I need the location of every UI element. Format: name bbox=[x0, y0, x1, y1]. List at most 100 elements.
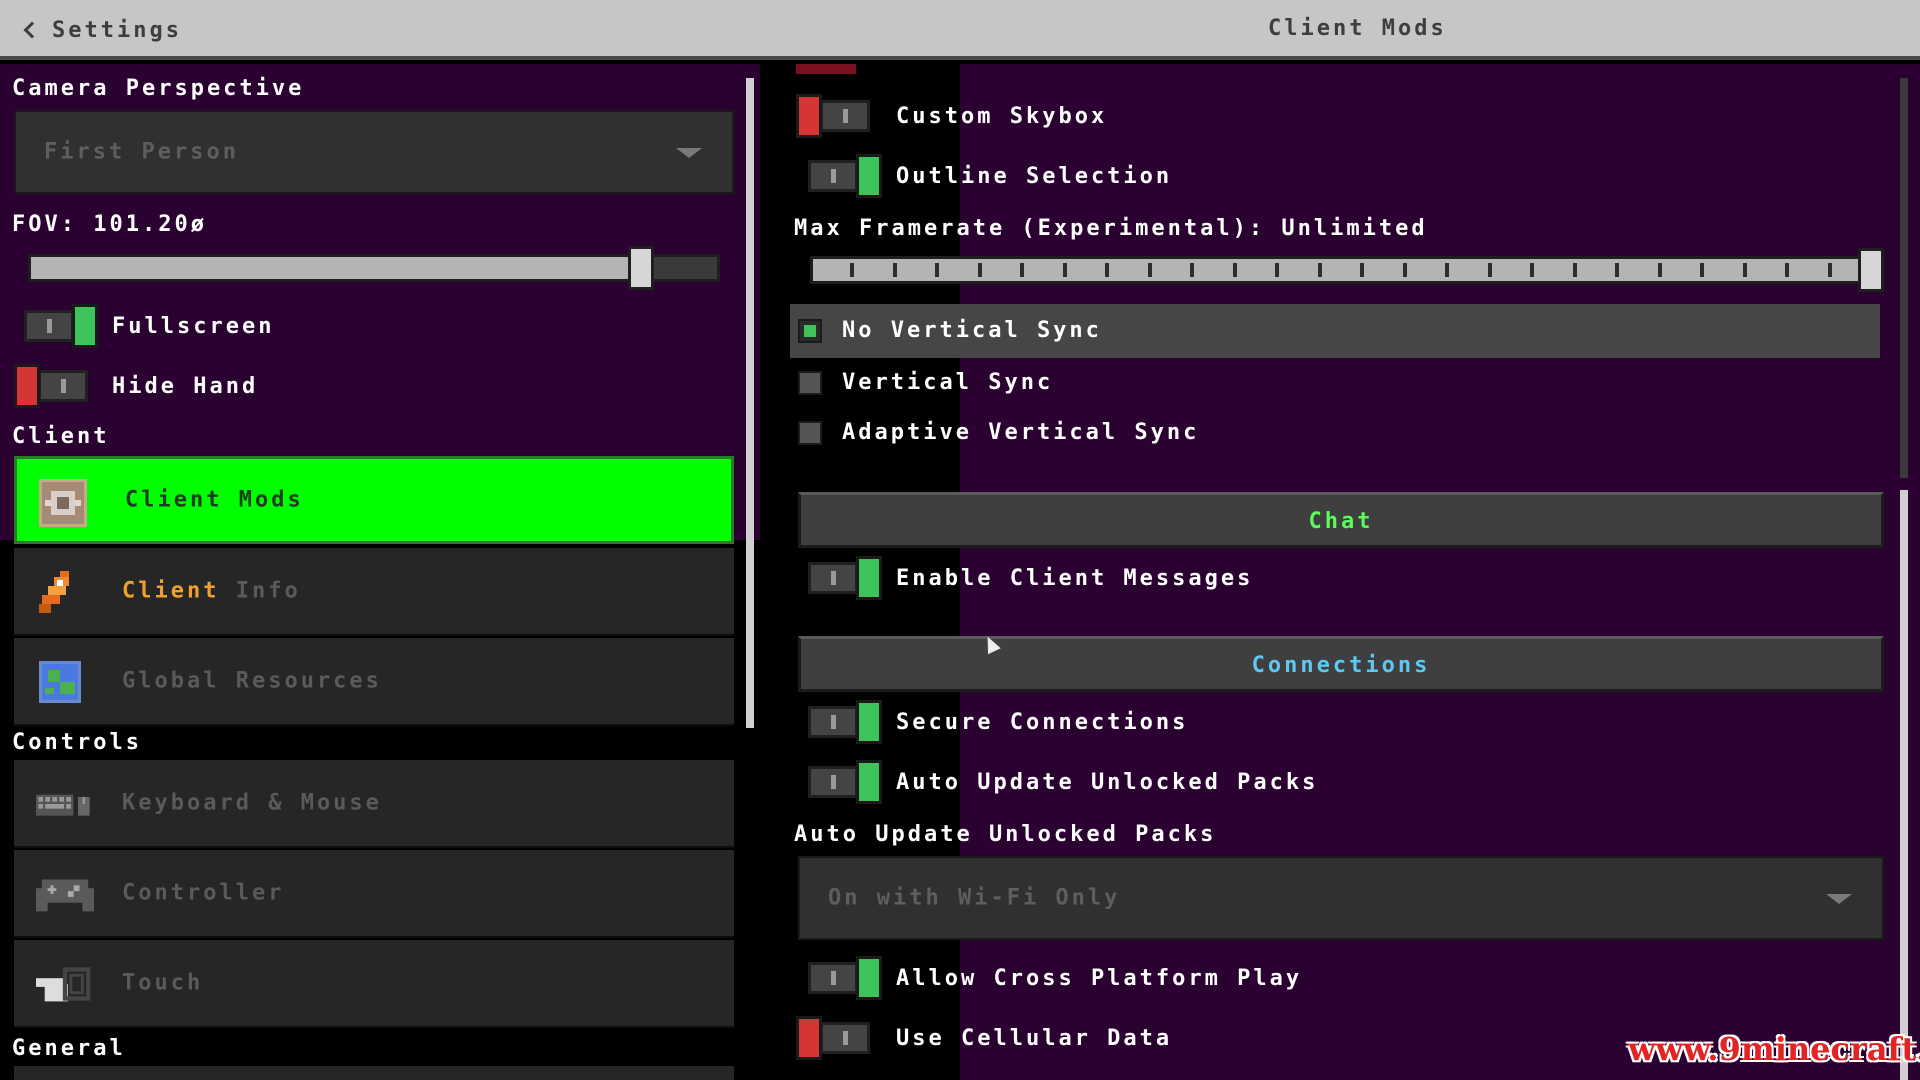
left-panel: Camera Perspective First Person FOV: 101… bbox=[0, 64, 760, 1080]
slider-tick bbox=[892, 263, 897, 277]
slider-tick bbox=[1572, 263, 1577, 277]
cross-platform-toggle[interactable] bbox=[808, 956, 882, 1000]
command-block-icon bbox=[39, 479, 87, 527]
slider-tick bbox=[850, 263, 854, 277]
nav-client-info[interactable]: Client Info bbox=[14, 548, 734, 636]
back-button[interactable]: Settings bbox=[20, 15, 182, 45]
camera-perspective-heading: Camera Perspective bbox=[12, 76, 305, 101]
chevron-down-icon bbox=[1826, 894, 1852, 904]
slider-tick bbox=[1147, 263, 1152, 277]
camera-perspective-dropdown[interactable]: First Person bbox=[14, 110, 734, 194]
secure-connections-toggle[interactable] bbox=[808, 700, 882, 744]
fov-label: FOV: 101.20ø bbox=[12, 212, 207, 237]
hide-hand-toggle[interactable] bbox=[14, 364, 88, 408]
top-bar: Settings Client Mods bbox=[0, 0, 1920, 60]
nav-client-mods[interactable]: Client Mods bbox=[14, 456, 734, 544]
nav-keyboard-mouse[interactable]: Keyboard & Mouse bbox=[14, 760, 734, 848]
previous-toggle-knob-partial[interactable] bbox=[796, 64, 856, 74]
framerate-slider-track[interactable] bbox=[810, 256, 1870, 284]
slider-tick bbox=[1742, 263, 1747, 277]
vsync-option-label: Adaptive Vertical Sync bbox=[842, 420, 1200, 445]
slider-tick bbox=[1785, 263, 1789, 277]
cross-platform-label: Allow Cross Platform Play bbox=[896, 966, 1303, 991]
vsync-option-no-vsync[interactable]: No Vertical Sync bbox=[790, 304, 1880, 358]
nav-client-info-label: Client Info bbox=[122, 579, 301, 604]
enable-client-messages-toggle[interactable] bbox=[808, 556, 882, 600]
client-heading: Client bbox=[12, 424, 110, 449]
slider-tick bbox=[1700, 263, 1704, 277]
slider-tick bbox=[1827, 263, 1832, 277]
vsync-option-label: No Vertical Sync bbox=[842, 318, 1102, 343]
slider-tick bbox=[1105, 263, 1109, 277]
client-info-label-secondary: Info bbox=[235, 578, 301, 604]
connections-section-header: Connections bbox=[798, 636, 1884, 692]
fov-slider-fill bbox=[28, 254, 646, 282]
slider-tick bbox=[1275, 263, 1279, 277]
watermark: www.9minecraft.net bbox=[1628, 1030, 1920, 1068]
slider-tick bbox=[935, 263, 939, 277]
slider-tick bbox=[1190, 263, 1194, 277]
general-heading: General bbox=[12, 1036, 126, 1061]
slider-tick bbox=[1487, 263, 1492, 277]
nav-touch[interactable]: Touch bbox=[14, 940, 734, 1028]
slider-tick bbox=[1657, 263, 1662, 277]
fov-slider-track[interactable] bbox=[646, 254, 720, 282]
controls-heading: Controls bbox=[12, 730, 142, 755]
nav-general-first-item[interactable] bbox=[14, 1066, 734, 1080]
globe-icon bbox=[39, 661, 81, 703]
camera-perspective-value: First Person bbox=[44, 139, 239, 165]
slider-tick bbox=[1020, 263, 1024, 277]
slider-tick bbox=[1232, 263, 1237, 277]
left-scrollbar[interactable] bbox=[746, 78, 754, 728]
nav-global-resources-label: Global Resources bbox=[122, 668, 382, 694]
chevron-down-icon bbox=[676, 148, 702, 158]
nav-client-mods-label: Client Mods bbox=[125, 487, 304, 513]
right-scrollbar-track[interactable] bbox=[1900, 78, 1908, 478]
fov-slider-thumb[interactable] bbox=[628, 246, 654, 290]
cellular-data-toggle[interactable] bbox=[796, 1016, 870, 1060]
slider-tick bbox=[1062, 263, 1067, 277]
radio-checked-icon bbox=[798, 319, 822, 343]
nav-keyboard-mouse-label: Keyboard & Mouse bbox=[122, 790, 382, 816]
panel-divider bbox=[760, 64, 776, 1080]
slider-tick bbox=[1402, 263, 1407, 277]
client-info-label-primary: Client bbox=[122, 578, 220, 604]
max-framerate-label: Max Framerate (Experimental): Unlimited bbox=[794, 216, 1428, 241]
slider-tick bbox=[1530, 263, 1534, 277]
vsync-option-adaptive[interactable]: Adaptive Vertical Sync bbox=[790, 406, 1880, 460]
hide-hand-label: Hide Hand bbox=[112, 374, 259, 399]
fish-icon bbox=[39, 571, 69, 613]
slider-tick bbox=[1360, 263, 1364, 277]
secure-connections-label: Secure Connections bbox=[896, 710, 1189, 735]
slider-tick bbox=[1615, 263, 1619, 277]
outline-selection-label: Outline Selection bbox=[896, 164, 1173, 189]
enable-client-messages-label: Enable Client Messages bbox=[896, 566, 1254, 591]
nav-controller-label: Controller bbox=[122, 880, 285, 906]
slider-tick bbox=[1445, 263, 1449, 277]
nav-touch-label: Touch bbox=[122, 970, 204, 996]
outline-selection-toggle[interactable] bbox=[808, 154, 882, 198]
keyboard-mouse-icon bbox=[36, 794, 90, 816]
nav-controller[interactable]: Controller bbox=[14, 850, 734, 938]
framerate-slider-thumb[interactable] bbox=[1858, 248, 1884, 292]
chat-header-text: Chat bbox=[1308, 509, 1374, 534]
fullscreen-toggle[interactable] bbox=[24, 304, 98, 348]
gamepad-icon bbox=[36, 879, 94, 912]
auto-update-dropdown-value: On with Wi-Fi Only bbox=[828, 885, 1121, 911]
right-scrollbar-thumb[interactable] bbox=[1900, 490, 1908, 1080]
back-label: Settings bbox=[52, 17, 182, 43]
connections-header-text: Connections bbox=[1251, 653, 1431, 678]
page-title: Client Mods bbox=[1268, 16, 1447, 41]
touch-hand-icon bbox=[36, 967, 91, 1002]
fullscreen-label: Fullscreen bbox=[112, 314, 275, 339]
auto-update-dropdown[interactable]: On with Wi-Fi Only bbox=[798, 856, 1884, 940]
slider-tick bbox=[977, 263, 982, 277]
vsync-option-vsync[interactable]: Vertical Sync bbox=[790, 356, 1880, 410]
cellular-data-label: Use Cellular Data bbox=[896, 1026, 1173, 1051]
auto-update-packs-toggle[interactable] bbox=[808, 760, 882, 804]
vsync-option-label: Vertical Sync bbox=[842, 370, 1054, 395]
nav-global-resources[interactable]: Global Resources bbox=[14, 638, 734, 726]
auto-update-packs-label: Auto Update Unlocked Packs bbox=[896, 770, 1319, 795]
custom-skybox-toggle[interactable] bbox=[796, 94, 870, 138]
chevron-left-icon bbox=[23, 21, 41, 39]
